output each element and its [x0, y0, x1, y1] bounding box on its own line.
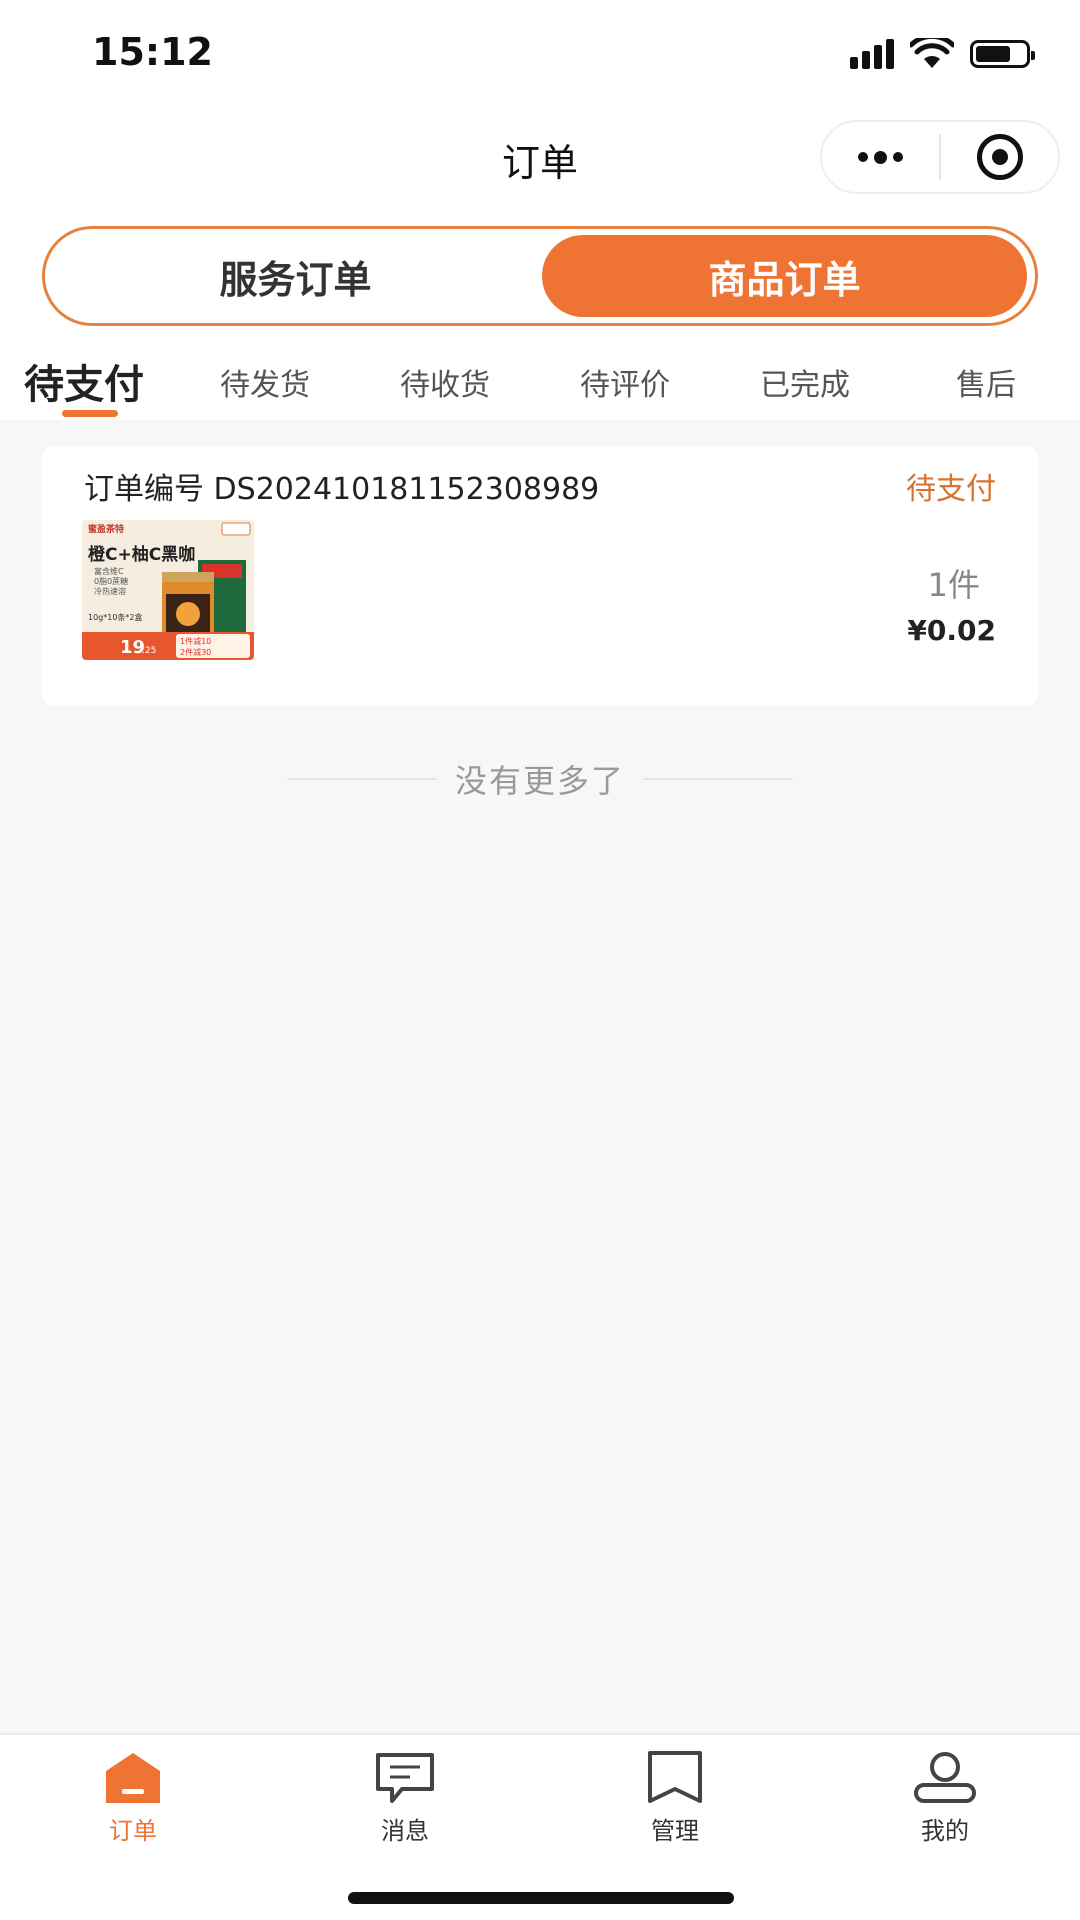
tabbar-label-manage: 管理 [651, 1817, 699, 1845]
status-icons [850, 38, 1035, 70]
tabbar-item-manage[interactable]: 管理 [620, 1747, 730, 1846]
header-area: 15:12 订单 服务订单 商品订单 待支付 待发货 待收货 待评价 已完成 售… [0, 0, 1080, 420]
order-quantity: 1件 [927, 566, 980, 604]
product-headline: 橙C+柚C黑咖 [88, 544, 195, 565]
list-end-indicator: 没有更多了 [0, 756, 1080, 802]
product-feature-2: 0脂0蔗糖 [94, 576, 128, 586]
tab-pending-receipt[interactable]: 待收货 [400, 360, 490, 404]
wifi-icon [910, 38, 954, 68]
miniprogram-capsule [820, 120, 1060, 194]
cellular-signal-icon [850, 39, 894, 69]
battery-icon [970, 40, 1035, 68]
tab-completed[interactable]: 已完成 [760, 360, 850, 404]
order-price: ¥0.02 [907, 614, 996, 647]
tabbar-label-orders: 订单 [109, 1817, 157, 1845]
product-brand: 蜜盈茶特 [88, 523, 124, 535]
tabbar-item-messages[interactable]: 消息 [350, 1747, 460, 1846]
status-time: 15:12 [92, 30, 213, 74]
manage-icon [648, 1751, 702, 1803]
product-feature-3: 冷热速溶 [94, 586, 126, 596]
tabbar-label-messages: 消息 [381, 1817, 429, 1845]
tabbar-item-orders[interactable]: 订单 [78, 1747, 188, 1846]
product-promo-2: 2件减30 [180, 647, 211, 657]
profile-icon [914, 1752, 976, 1803]
tab-pending-shipment[interactable]: 待发货 [220, 360, 310, 404]
message-icon [376, 1753, 434, 1803]
product-spec: 10g*10条*2盒 [88, 612, 143, 622]
more-button[interactable] [822, 122, 939, 192]
tabbar-label-profile: 我的 [921, 1817, 969, 1845]
tabbar-item-profile[interactable]: 我的 [890, 1747, 1000, 1846]
tab-pending-review[interactable]: 待评价 [580, 360, 670, 404]
order-number: 订单编号 DS20241018115230898​9 [84, 464, 599, 508]
active-tab-indicator [62, 410, 118, 417]
product-price-small: .25 [142, 646, 156, 656]
product-feature-1: 富含维C [94, 566, 124, 576]
divider-right [643, 778, 793, 780]
no-more-text: 没有更多了 [454, 762, 625, 800]
order-status-tabs: 待支付 待发货 待收货 待评价 已完成 售后 [0, 352, 1080, 420]
product-image: 蜜盈茶特 橙C+柚C黑咖 富含维C 0脂0蔗糖 冷热速溶 10g*10条*2盒 … [82, 520, 254, 660]
order-number-value: DS20241018115230898​9 [213, 472, 600, 507]
order-card[interactable]: 订单编号 DS20241018115230898​9 待支付 蜜盈茶特 橙C+柚… [42, 446, 1038, 706]
target-icon [976, 134, 1023, 180]
product-orders-tab[interactable]: 商品订单 [542, 235, 1027, 317]
home-indicator [348, 1892, 734, 1904]
order-number-label: 订单编号 [84, 472, 204, 507]
close-miniprogram-button[interactable] [941, 122, 1058, 192]
order-icon [106, 1753, 160, 1803]
divider-left [286, 778, 437, 780]
more-dots-icon [858, 150, 903, 164]
product-promo-1: 1件减10 [180, 636, 211, 646]
tab-after-sales[interactable]: 售后 [956, 360, 1016, 404]
service-orders-tab[interactable]: 服务订单 [53, 235, 538, 317]
tab-pending-payment[interactable]: 待支付 [24, 352, 144, 410]
order-type-segment: 服务订单 商品订单 [42, 226, 1038, 326]
product-thumbnail[interactable]: 蜜盈茶特 橙C+柚C黑咖 富含维C 0脂0蔗糖 冷热速溶 10g*10条*2盒 … [82, 520, 254, 660]
order-status-badge: 待支付 [906, 472, 996, 507]
